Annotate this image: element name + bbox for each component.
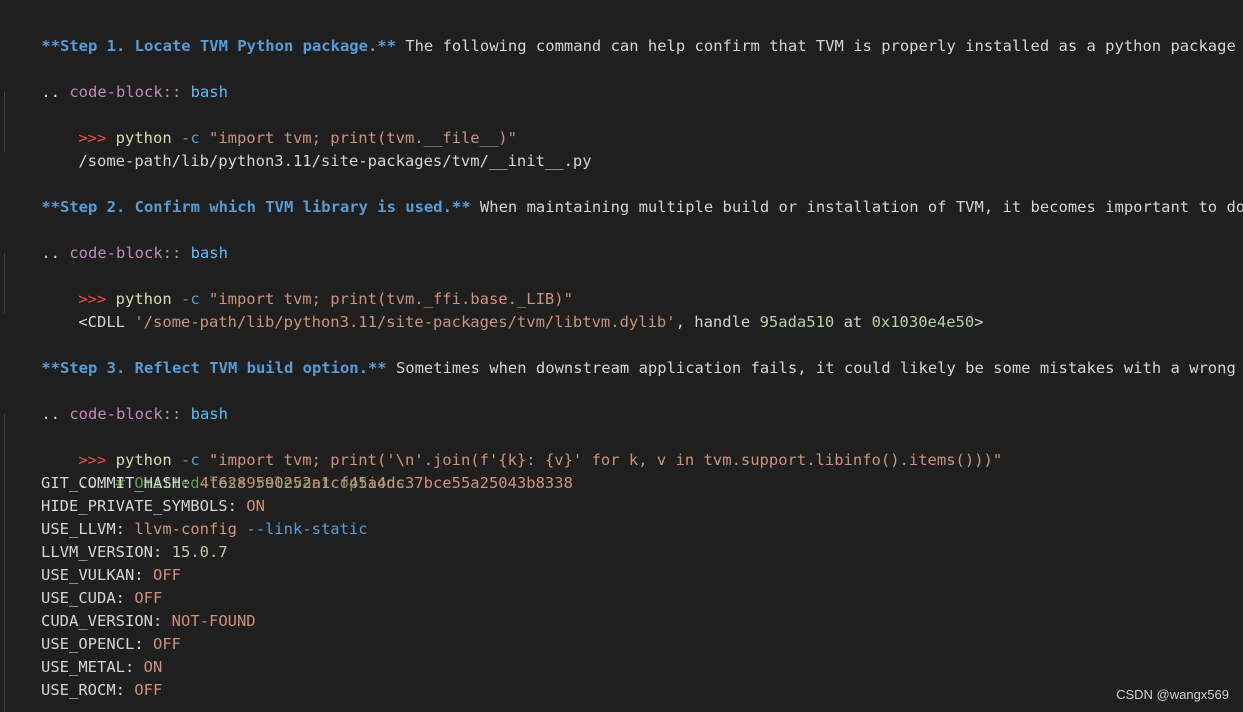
directive-language: bash [181,405,228,423]
directive-language: bash [181,244,228,262]
option-key: USE_ROCM [41,681,116,699]
output-path: '/some-path/lib/python3.11/site-packages… [134,313,676,331]
option-value: OFF [134,681,163,699]
option-separator: : [115,589,135,607]
build-option-row: CUDA_VERSION: NOT-FOUND [41,610,256,633]
option-key: USE_VULKAN [41,566,135,584]
directive-keyword: code-block:: [69,83,182,101]
option-value: OFF [134,589,163,607]
option-separator: : [152,543,172,561]
option-separator: : [227,497,247,515]
option-key: USE_LLVM [41,520,116,538]
step-1-command-line: >>> python -c "import tvm; print(tvm.__f… [41,104,517,147]
option-separator: : [115,520,135,538]
indent-guide [4,414,5,712]
directive-dots: .. [41,405,70,423]
output-handle-label: , handle [675,313,760,331]
indent-guide [4,92,5,152]
directive-keyword: code-block:: [69,244,182,262]
output-address: 0x1030e4e50 [871,313,975,331]
build-option-row: USE_METAL: ON [41,656,162,679]
build-option-row: USE_LLVM: llvm-config --link-static [41,518,368,541]
step-2-output: <CDLL '/some-path/lib/python3.11/site-pa… [41,288,983,331]
directive-keyword: code-block:: [69,405,182,423]
option-value: ON [143,658,163,676]
step-3-comment-line: ... # Omitted less relevant options [41,449,405,492]
option-key: USE_OPENCL [41,635,135,653]
code-editor[interactable]: **Step 1. Locate TVM Python package.** T… [0,0,1243,712]
step-1-text: The following command can help confirm t… [395,37,1243,55]
option-separator: : [152,612,172,630]
option-key: USE_CUDA [41,589,116,607]
step-2-text: When maintaining multiple build or insta… [470,198,1243,216]
step-2-heading: **Step 2. Confirm which TVM library is u… [41,198,471,216]
step-1-heading: **Step 1. Locate TVM Python package.** [41,37,396,55]
option-extra: --link-static [236,520,368,538]
option-key: LLVM_VERSION [41,543,153,561]
step-1-directive: .. code-block:: bash [4,58,228,101]
option-separator: : [134,635,153,653]
option-value: llvm-config [134,520,237,538]
option-key: HIDE_PRIVATE_SYMBOLS [41,497,228,515]
indent-guide [4,253,5,313]
output-at: at [834,313,872,331]
option-value: ON [246,497,265,515]
option-key: USE_METAL [41,658,125,676]
directive-dots: .. [41,83,70,101]
build-option-row: USE_ROCM: OFF [41,679,162,702]
output-text: /some-path/lib/python3.11/site-packages/… [78,152,592,170]
build-option-row: LLVM_VERSION: 15.0.7 [41,541,228,564]
step-2-paragraph: **Step 2. Confirm which TVM library is u… [4,173,1243,216]
step-1-output: /some-path/lib/python3.11/site-packages/… [41,127,591,170]
watermark: CSDN @wangx569 [1116,687,1229,702]
directive-language: bash [181,83,228,101]
option-value: NOT-FOUND [171,612,256,630]
option-separator: : [125,658,144,676]
option-value: 15.0.7 [171,543,228,561]
build-option-row: USE_VULKAN: OFF [41,564,181,587]
step-3-paragraph: **Step 3. Reflect TVM build option.** So… [4,334,1243,377]
option-value: OFF [153,566,181,584]
build-option-row: USE_CUDA: OFF [41,587,162,610]
option-value: OFF [153,635,181,653]
output-prefix: <CDLL [78,313,135,331]
output-suffix: > [974,313,984,331]
option-key: GIT_COMMIT_HASH [41,474,181,492]
option-value: 4f6289590252a1cf45a4dc37bce55a25043b8338 [199,474,573,492]
output-handle: 95ada510 [759,313,835,331]
step-2-command-line: >>> python -c "import tvm; print(tvm._ff… [41,265,573,308]
build-option-row: HIDE_PRIVATE_SYMBOLS: ON [41,495,265,518]
option-key: CUDA_VERSION [41,612,153,630]
option-separator: : [134,566,153,584]
option-separator: : [115,681,135,699]
build-option-row: GIT_COMMIT_HASH: 4f6289590252a1cf45a4dc3… [41,472,573,495]
step-3-command-line: >>> python -c "import tvm; print('\n'.jo… [41,426,1002,469]
step-3-directive: .. code-block:: bash [4,380,228,423]
directive-dots: .. [41,244,70,262]
step-1-paragraph: **Step 1. Locate TVM Python package.** T… [4,12,1243,55]
step-2-directive: .. code-block:: bash [4,219,228,262]
step-3-heading: **Step 3. Reflect TVM build option.** [41,359,387,377]
step-3-text: Sometimes when downstream application fa… [386,359,1243,377]
build-option-row: USE_OPENCL: OFF [41,633,181,656]
option-separator: : [180,474,200,492]
